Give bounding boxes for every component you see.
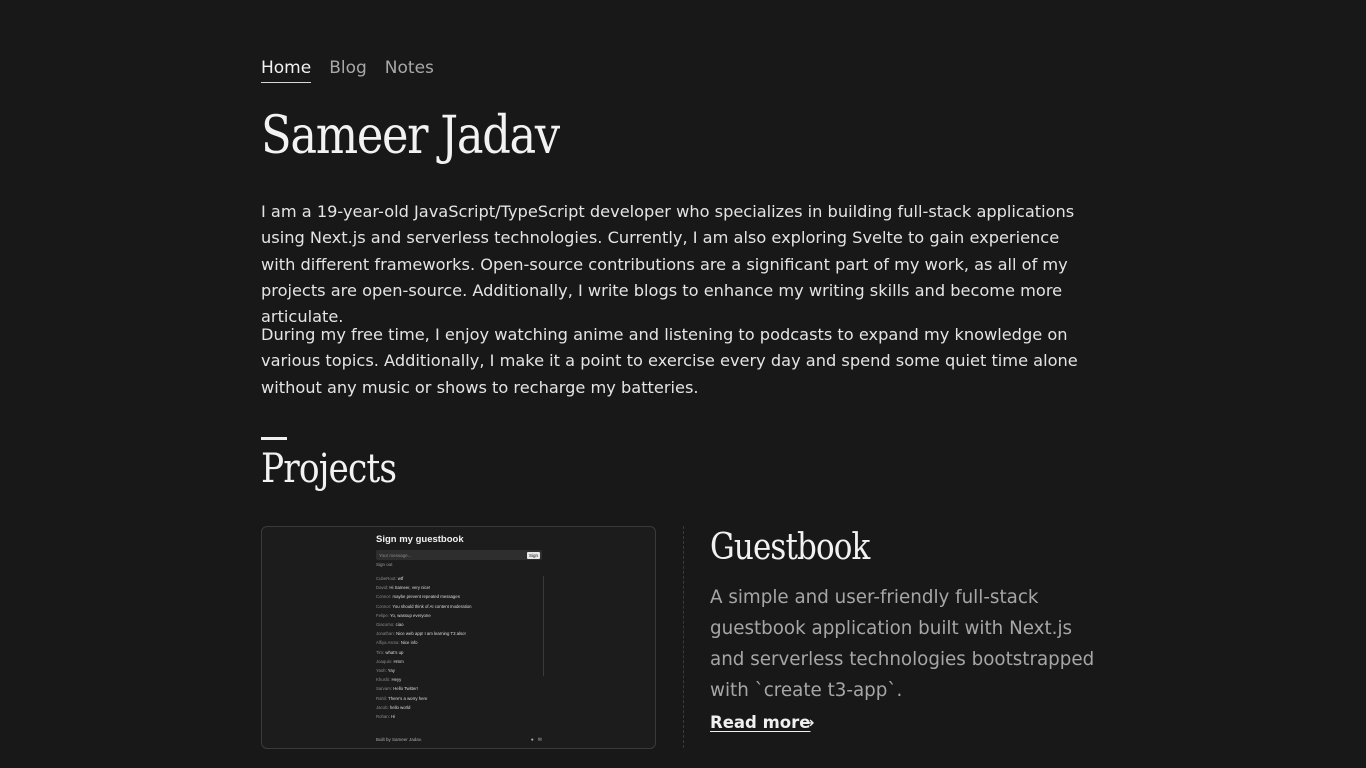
preview-entry-message: You should think of AI content moderatio… — [392, 603, 472, 609]
preview-entries-list: CubeRoot: wtf David: Hi Sameer, very nice… — [376, 574, 544, 721]
preview-footer-text: Built by Sameer Jadav. — [376, 737, 422, 742]
arrow-right-icon: → — [801, 713, 815, 732]
preview-entry-name: Jacob: — [376, 704, 390, 710]
main-nav: Home Blog Notes — [261, 58, 434, 83]
preview-entry-message: ciao — [395, 622, 404, 628]
preview-entry-message: Nice web app! I am learning T3 also! — [396, 631, 466, 637]
preview-entry-message: Yay — [387, 668, 395, 674]
preview-entry: Joaquin: Hmm — [376, 657, 544, 666]
preview-entry-name: Jonathan: — [376, 631, 397, 637]
bio-paragraph-2: During my free time, I enjoy watching an… — [261, 325, 1078, 397]
preview-entry: Alfiya Asma: Nice info — [376, 638, 544, 647]
preview-entry-message: Heyy — [391, 677, 402, 683]
preview-entry-message: what's up — [385, 649, 404, 655]
preview-scrollbar — [543, 576, 544, 676]
preview-entry: Jacob: hello world — [376, 703, 544, 712]
mail-icon: ✉ — [537, 737, 542, 743]
preview-message-input: Your message... — [379, 552, 412, 558]
page-title: Sameer Jadav — [261, 106, 560, 166]
preview-entry-message: Hello Twitter! — [393, 686, 418, 692]
preview-entry-name: CubeRoot: — [376, 576, 398, 581]
preview-footer: Built by Sameer Jadav. ● ✉ — [376, 737, 542, 743]
preview-footer-icons: ● ✉ — [531, 737, 542, 743]
nav-notes[interactable]: Notes — [385, 58, 434, 83]
github-icon: ● — [530, 737, 534, 743]
preview-entry: Felipe: Yo, wassup everyone — [376, 611, 544, 620]
preview-entry-name: Tim: — [376, 649, 386, 655]
nav-blog[interactable]: Blog — [329, 58, 367, 83]
preview-entry-name: Connor: — [376, 594, 393, 600]
preview-entry-message: Hi — [391, 714, 396, 720]
preview-title: Sign my guestbook — [376, 534, 464, 545]
preview-entry-message: Hmm — [393, 658, 404, 664]
preview-entry-name: Alfiya Asma: — [376, 640, 401, 646]
project-title: Guestbook — [710, 527, 870, 568]
preview-entry-name: David: — [376, 585, 390, 591]
preview-entry: Rohan: Hi — [376, 712, 544, 721]
preview-entry-message: maybe prevent repeated messages — [392, 594, 460, 600]
projects-heading: Projects — [261, 446, 397, 492]
preview-entry-message: Nice info — [400, 640, 418, 646]
preview-entry: CubeRoot: wtf — [376, 574, 544, 583]
preview-entry-name: Sarvam: — [376, 686, 394, 692]
preview-entry: Tim: what's up — [376, 648, 544, 657]
preview-entry-name: Khushi: — [376, 677, 392, 683]
preview-entry-name: Yash: — [376, 668, 388, 674]
preview-entry: Khushi: Heyy — [376, 675, 544, 684]
read-more-link[interactable]: Read more — [710, 713, 810, 732]
preview-form: Your message... Sign — [376, 550, 542, 560]
preview-entry: Sarvam: Hello Twitter! — [376, 684, 544, 693]
project-preview-image[interactable]: Sign my guestbook Your message... Sign S… — [261, 526, 656, 749]
section-accent-rule — [261, 437, 287, 440]
preview-sign-button: Sign — [526, 551, 540, 559]
project-divider — [683, 526, 684, 748]
preview-sign-out: Sign out — [376, 562, 393, 567]
preview-entry-message: Yo, wassup everyone — [390, 612, 431, 618]
preview-entry: Connor: maybe prevent repeated messages — [376, 592, 544, 601]
preview-entry: Giacomo: ciao — [376, 620, 544, 629]
nav-home[interactable]: Home — [261, 58, 312, 83]
preview-entry-name: Felipe: — [376, 612, 391, 618]
preview-entry-message: wtf — [397, 576, 404, 581]
project-description: A simple and user-friendly full-stack gu… — [710, 587, 1095, 701]
preview-entry-message: There's a worry here — [388, 695, 428, 701]
preview-entry-message: Hi Sameer, very nice! — [389, 585, 431, 591]
bio-paragraph-1: I am a 19-year-old JavaScript/TypeScript… — [261, 202, 1075, 327]
preview-entry: Yash: Yay — [376, 666, 544, 675]
preview-entry-name: Rahil: — [376, 695, 389, 701]
preview-entry-name: Connor: — [376, 603, 393, 609]
preview-entry-message: hello world — [389, 704, 411, 710]
preview-entry: Jonathan: Nice web app! I am learning T3… — [376, 629, 544, 638]
preview-entry-name: Giacomo: — [376, 622, 396, 628]
preview-entry: Connor: You should think of AI content m… — [376, 602, 544, 611]
preview-entry: David: Hi Sameer, very nice! — [376, 583, 544, 592]
preview-entry-name: Joaquin: — [376, 658, 394, 664]
preview-entry: Rahil: There's a worry here — [376, 694, 544, 703]
preview-entry-name: Rohan: — [376, 714, 392, 720]
preview-guestbook-screen: Sign my guestbook Your message... Sign S… — [376, 534, 544, 721]
